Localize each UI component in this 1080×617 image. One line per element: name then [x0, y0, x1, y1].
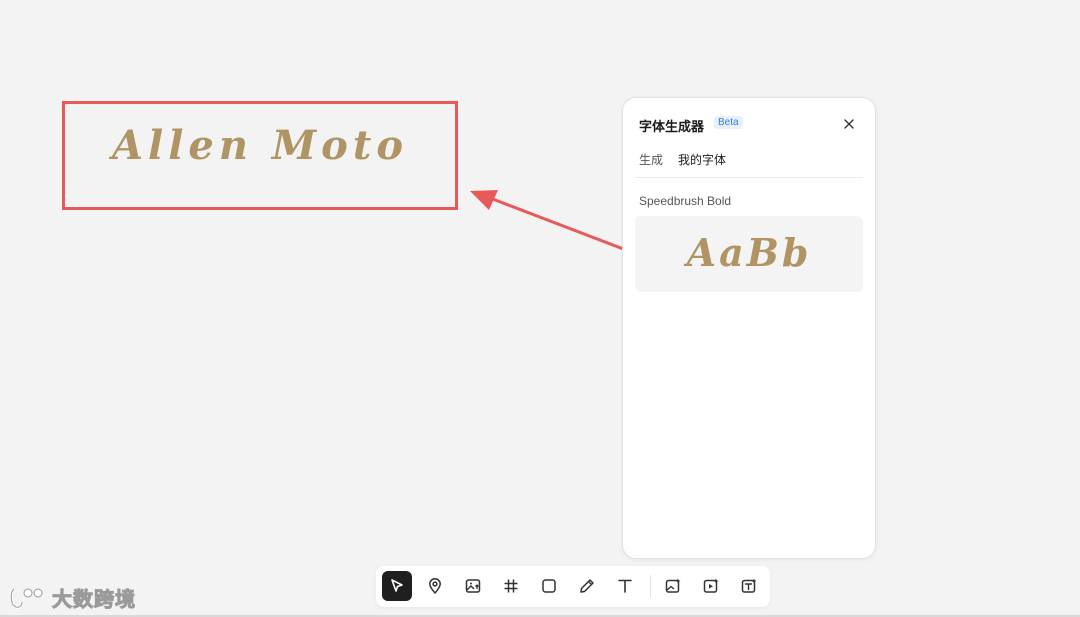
frame-text[interactable]: Allen Moto	[65, 122, 455, 169]
close-button[interactable]	[841, 116, 857, 132]
font-generator-panel: 字体生成器 Beta 生成 我的字体 Speedbrush Bold AaBb	[622, 97, 876, 559]
canvas[interactable]: Allen Moto 字体生成器 Beta 生成 我的字体 Speedbrush…	[0, 0, 1080, 617]
map-pin-icon	[429, 578, 441, 595]
close-icon	[844, 119, 854, 129]
watermark: 大数跨境	[8, 583, 136, 612]
tab-my-fonts[interactable]: 我的字体	[678, 151, 726, 168]
tab-generate[interactable]: 生成	[639, 151, 663, 168]
font-name-label: Speedbrush Bold	[639, 194, 732, 208]
font-sample-text: AaBb	[686, 230, 812, 275]
video-sparkle-icon	[703, 578, 719, 593]
ai-image-tool-button[interactable]	[658, 571, 688, 601]
select-tool-button[interactable]	[382, 571, 412, 601]
image-upload-icon	[465, 579, 481, 593]
image-upload-tool-button[interactable]	[458, 571, 488, 601]
ai-video-tool-button[interactable]	[696, 571, 726, 601]
watermark-text: 大数跨境	[52, 587, 136, 612]
ai-text-tool-button[interactable]	[734, 571, 764, 601]
hash-icon	[504, 579, 518, 593]
beta-badge: Beta	[714, 116, 743, 129]
bottom-toolbar	[376, 566, 770, 607]
image-sparkle-icon	[665, 578, 681, 593]
text-frame[interactable]: Allen Moto	[62, 101, 458, 210]
panel-title: 字体生成器	[639, 120, 705, 135]
text-tool-button[interactable]	[610, 571, 640, 601]
text-t-icon	[618, 579, 632, 593]
cursor-arrow-icon	[391, 579, 403, 592]
font-preview-card[interactable]: AaBb	[635, 216, 863, 292]
square-icon	[542, 579, 556, 593]
location-tool-button[interactable]	[420, 571, 450, 601]
pencil-icon	[580, 579, 594, 593]
frame-tool-button[interactable]	[496, 571, 526, 601]
watermark-logo-icon	[9, 587, 43, 609]
pen-tool-button[interactable]	[572, 571, 602, 601]
panel-divider	[635, 177, 863, 178]
toolbar-separator	[650, 575, 651, 598]
rectangle-tool-button[interactable]	[534, 571, 564, 601]
text-sparkle-icon	[741, 578, 757, 593]
